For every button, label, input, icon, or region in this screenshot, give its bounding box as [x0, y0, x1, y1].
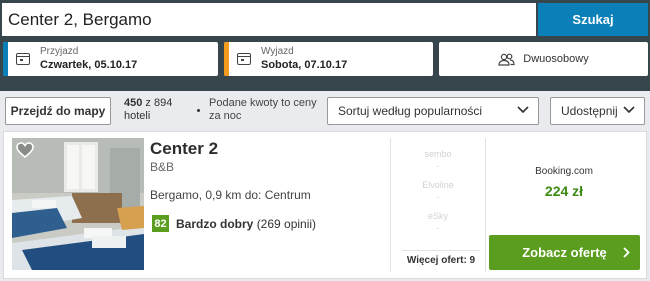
divider	[485, 138, 486, 272]
hotel-name[interactable]: Center 2	[150, 139, 218, 159]
view-deal-label: Zobacz ofertę	[522, 245, 607, 260]
sort-dropdown[interactable]: Sortuj według popularności	[327, 97, 539, 125]
more-offers-link[interactable]: Więcej ofert: 9	[402, 250, 480, 266]
checkout-accent-stripe	[224, 42, 229, 76]
alt-provider-name[interactable]: Elvoline	[392, 180, 484, 190]
share-label: Udostępnij	[561, 104, 618, 118]
chevron-right-icon	[623, 247, 630, 258]
search-header: Center 2, Bergamo Szukaj Przyjazd Czwart…	[0, 0, 650, 91]
hotel-photo[interactable]	[12, 138, 144, 270]
best-deal-price[interactable]: 224 zł	[488, 183, 640, 199]
hotel-location: Bergamo, 0,9 km do: Centrum	[150, 188, 311, 202]
checkout-value: Sobota, 07.10.17	[261, 59, 348, 71]
two-people-icon	[498, 53, 515, 66]
destination-search-input[interactable]: Center 2, Bergamo	[2, 3, 536, 36]
calendar-icon	[16, 53, 30, 65]
alt-provider-name[interactable]: eSky	[392, 211, 484, 221]
hotel-count-shown: 450	[124, 97, 143, 109]
checkout-date-picker[interactable]: Wyjazd Sobota, 07.10.17	[224, 42, 433, 76]
best-deal-provider: Booking.com	[535, 166, 593, 177]
separator-dot	[197, 109, 200, 112]
checkout-label: Wyjazd	[261, 46, 294, 57]
go-to-map-button[interactable]: Przejdź do mapy	[5, 97, 111, 125]
checkin-date-picker[interactable]: Przyjazd Czwartek, 05.10.17	[3, 42, 218, 76]
alt-provider-name[interactable]: sembo	[392, 149, 484, 159]
room-type-label: Dwuosobowy	[523, 53, 589, 65]
calendar-icon	[237, 53, 251, 65]
alt-provider-price: -	[436, 161, 440, 171]
hotel-count: 450 z 894 hotel​i	[124, 97, 172, 123]
view-deal-button[interactable]: Zobacz ofertę	[489, 235, 640, 270]
room-type-selector[interactable]: Dwuosobowy	[439, 42, 648, 76]
hotel-result-card[interactable]: Center 2 B&B Bergamo, 0,9 km do: Centrum…	[3, 131, 647, 279]
hotel-count-unit: hotel​i	[124, 110, 151, 122]
rating-summary[interactable]: Bardzo dobry (269 opinii)	[176, 217, 316, 231]
hotel-count-total: z 894	[142, 97, 173, 109]
rating-count: (269 opinii)	[256, 217, 317, 231]
checkin-accent-stripe	[3, 42, 8, 76]
share-dropdown[interactable]: Udostępnij	[550, 97, 645, 125]
alt-provider-price: -	[436, 192, 440, 202]
sort-value: Sortuj według popularności	[338, 104, 483, 118]
alt-provider-price: -	[436, 223, 440, 233]
search-button[interactable]: Szukaj	[538, 3, 648, 36]
divider	[390, 138, 391, 272]
rating-score-badge: 82	[152, 215, 169, 232]
rating-label: Bardzo dobry	[176, 217, 254, 231]
checkin-label: Przyjazd	[40, 46, 79, 57]
prices-per-night-note: Podane kwoty to ceny za noc	[209, 97, 317, 122]
hotel-type: B&B	[150, 160, 175, 174]
checkin-value: Czwartek, 05.10.17	[40, 59, 138, 71]
favorite-heart-icon[interactable]	[16, 142, 34, 158]
chevron-down-icon	[517, 106, 529, 114]
chevron-down-icon	[623, 106, 635, 114]
